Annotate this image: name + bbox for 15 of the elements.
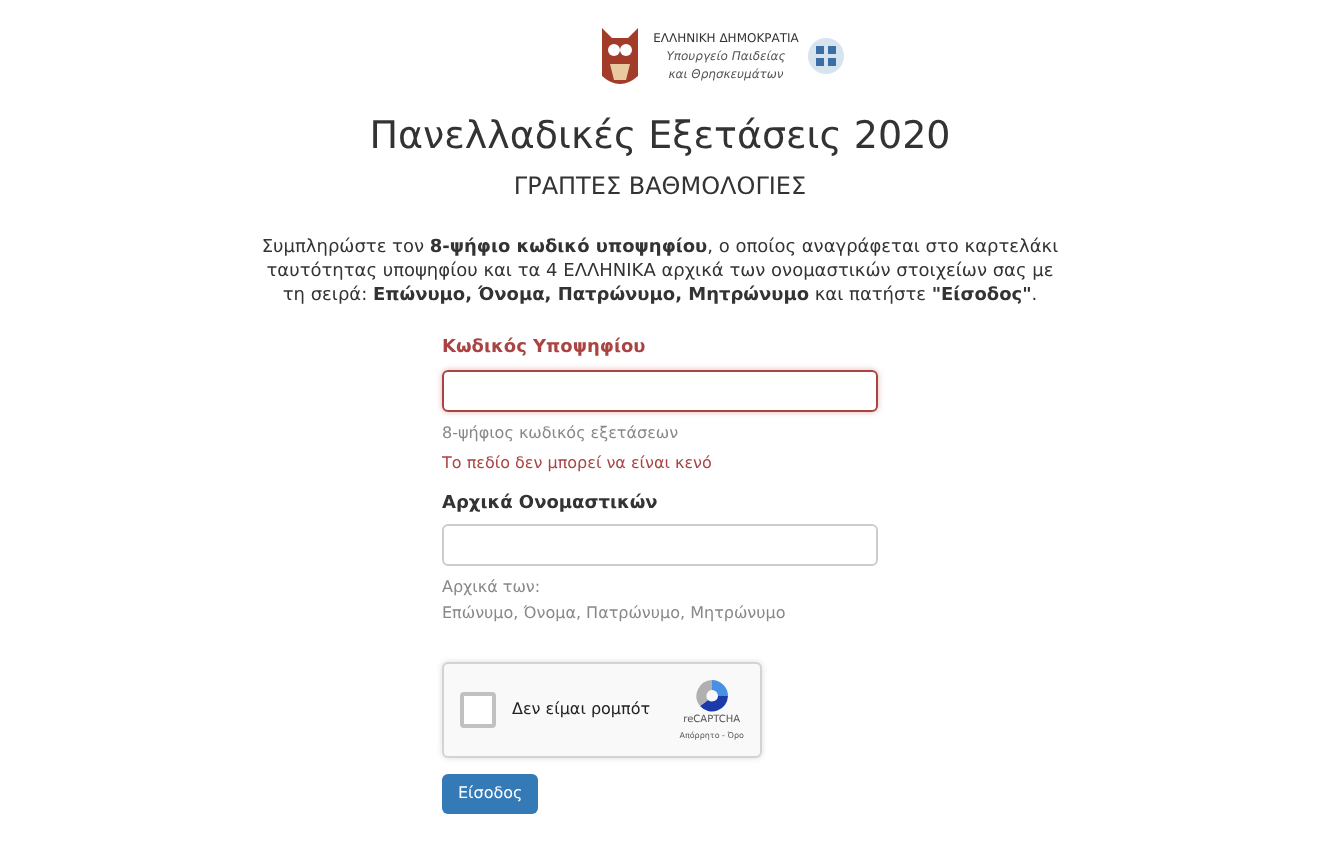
- captcha-checkbox[interactable]: [460, 692, 496, 728]
- help-text: Επώνυμο, Όνομα, Πατρώνυμο, Μητρώνυμο: [442, 602, 788, 626]
- field-label: Αρχικά Ονομαστικών: [442, 491, 660, 517]
- input-field[interactable]: [442, 369, 878, 411]
- error-message: Το πεδίο δεν μπορεί να είναι κενό: [442, 451, 714, 475]
- instructions-text: Συμπληρώστε τον 8-ψήφιο κωδικό υποψηφίου, ο οποίος αναγράφεται στο καρτελάκι ταυτότητας υποψηφίου και τα 4 ΕΛΛΗΝΙΚΑ αρχικά των ονομαστικών στοιχείων σας με τη σειρά: Επώνυμο, Όνομα, Πατρώνυμο, Μητρώνυμο και πατήστε "Είσοδος".: [260, 236, 1060, 308]
- page-subtitle: ΓΡΑΠΤΕΣ ΒΑΘΜΟΛΟΓΙΕΣ: [513, 170, 807, 204]
- help-text: Αρχικά των:: [442, 576, 543, 600]
- help-text: 8-ψήφιος κωδικός εξετάσεων: [442, 421, 681, 445]
- page-title: Πανελλαδικές Εξετάσεις 2020: [369, 112, 951, 160]
- captcha-label: Δεν είμαι ρομπότ: [512, 698, 653, 722]
- emblem-icon: [806, 36, 847, 76]
- login-button[interactable]: Είσοδος: [442, 774, 539, 814]
- recaptcha-logo-icon: [693, 678, 730, 715]
- field-label: Κωδικός Υποψηφίου: [442, 336, 648, 362]
